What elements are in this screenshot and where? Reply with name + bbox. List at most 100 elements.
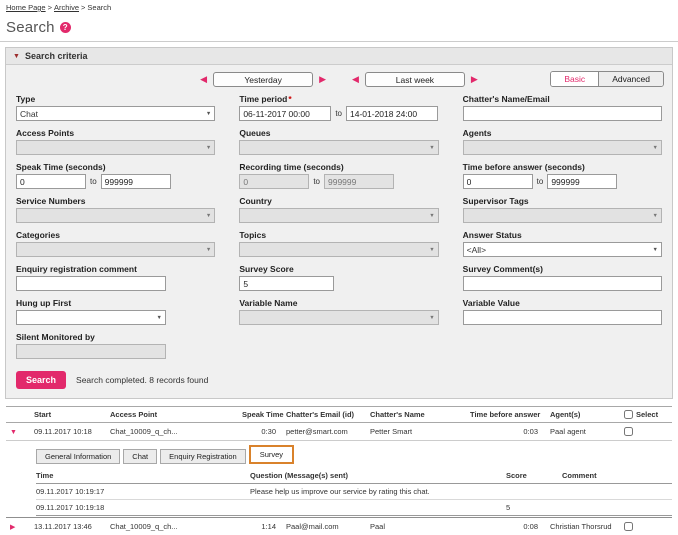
- lastweek-next-arrow-icon[interactable]: ▶: [471, 75, 478, 84]
- tab-survey[interactable]: Survey: [249, 445, 294, 464]
- field-recording-time: Recording time (seconds) to: [239, 162, 438, 189]
- col-select: Select: [618, 410, 672, 419]
- supervisor-tags-select[interactable]: ▼: [463, 208, 662, 223]
- table-row[interactable]: ▶ 13.11.2017 13:46 Chat_10009_q_ch... 1:…: [6, 518, 672, 535]
- chevron-down-icon: ▼: [429, 247, 434, 253]
- time-period-from-input[interactable]: [239, 106, 331, 121]
- cell-access-point: Chat_10009_q_ch...: [110, 427, 242, 436]
- country-label: Country: [239, 196, 438, 206]
- survey-row: 09.11.2017 10:19:17 Please help us impro…: [36, 484, 672, 500]
- survey-header-row: Time Question (Message(s) sent) Score Co…: [36, 469, 672, 484]
- queues-select[interactable]: ▼: [239, 140, 438, 155]
- field-type: Type Chat ▼: [16, 94, 215, 121]
- yesterday-button[interactable]: Yesterday: [213, 72, 313, 87]
- chevron-down-icon: ▼: [206, 247, 211, 253]
- topics-select[interactable]: ▼: [239, 242, 438, 257]
- cell-start: 09.11.2017 10:18: [34, 427, 110, 436]
- col-start: Start: [34, 410, 110, 419]
- breadcrumb: Home Page>Archive>Search: [0, 0, 678, 14]
- field-access-points: Access Points ▼: [16, 128, 215, 155]
- survey-col-score: Score: [506, 471, 562, 480]
- field-enquiry-comment: Enquiry registration comment: [16, 264, 215, 291]
- to-label: to: [90, 177, 97, 186]
- service-numbers-select[interactable]: ▼: [16, 208, 215, 223]
- cell-time-before-answer: 0:08: [470, 522, 548, 531]
- search-criteria-header[interactable]: ▼ Search criteria: [6, 48, 672, 65]
- search-status-text: Search completed. 8 records found: [76, 375, 208, 385]
- tab-general-information[interactable]: General Information: [36, 449, 120, 464]
- help-icon[interactable]: ?: [60, 22, 71, 33]
- supervisor-tags-label: Supervisor Tags: [463, 196, 662, 206]
- breadcrumb-home-link[interactable]: Home Page: [6, 3, 46, 12]
- recording-time-to-input: [324, 174, 394, 189]
- lastweek-prev-arrow-icon[interactable]: ◀: [352, 75, 359, 84]
- answer-status-select-value: <All>: [467, 245, 486, 255]
- expand-row-icon[interactable]: ▶: [10, 524, 15, 531]
- tab-chat[interactable]: Chat: [123, 449, 157, 464]
- survey-cell-comment: [562, 487, 672, 496]
- time-period-label-text: Time period: [239, 94, 287, 104]
- col-select-label: Select: [636, 410, 658, 419]
- chevron-down-icon: ▼: [429, 145, 434, 151]
- collapse-icon[interactable]: ▼: [13, 53, 20, 60]
- hung-up-first-select[interactable]: ▼: [16, 310, 166, 325]
- time-before-answer-to-input[interactable]: [547, 174, 617, 189]
- field-variable-name: Variable Name ▼: [239, 298, 438, 325]
- advanced-button[interactable]: Advanced: [599, 72, 663, 86]
- variable-value-label: Variable Value: [463, 298, 662, 308]
- field-answer-status: Answer Status <All> ▼: [463, 230, 662, 257]
- chatter-name-email-input[interactable]: [463, 106, 662, 121]
- search-row: Search Search completed. 8 records found: [6, 367, 672, 398]
- categories-select[interactable]: ▼: [16, 242, 215, 257]
- survey-score-label: Survey Score: [239, 264, 438, 274]
- variable-name-select[interactable]: ▼: [239, 310, 438, 325]
- row-detail: General Information Chat Enquiry Registr…: [6, 445, 672, 518]
- tab-enquiry-registration[interactable]: Enquiry Registration: [160, 449, 246, 464]
- select-all-checkbox[interactable]: [624, 410, 633, 419]
- type-select[interactable]: Chat ▼: [16, 106, 215, 121]
- chevron-down-icon: ▼: [206, 111, 211, 117]
- variable-value-input[interactable]: [463, 310, 662, 325]
- yesterday-next-arrow-icon[interactable]: ▶: [319, 75, 326, 84]
- time-period-to-input[interactable]: [346, 106, 438, 121]
- last-week-button[interactable]: Last week: [365, 72, 465, 87]
- time-before-answer-from-input[interactable]: [463, 174, 533, 189]
- survey-col-question: Question (Message(s) sent): [250, 471, 506, 480]
- collapse-row-icon[interactable]: ▼: [10, 429, 17, 436]
- col-chatters-name: Chatter's Name: [370, 410, 470, 419]
- enquiry-comment-input[interactable]: [16, 276, 166, 291]
- table-row[interactable]: ▼ 09.11.2017 10:18 Chat_10009_q_ch... 0:…: [6, 423, 672, 441]
- speak-time-to-input[interactable]: [101, 174, 171, 189]
- country-select[interactable]: ▼: [239, 208, 438, 223]
- type-label: Type: [16, 94, 215, 104]
- yesterday-prev-arrow-icon[interactable]: ◀: [200, 75, 207, 84]
- cell-agents: Christian Thorsrud: [548, 522, 618, 531]
- field-time-before-answer: Time before answer (seconds) to: [463, 162, 662, 189]
- row-select-checkbox[interactable]: [624, 522, 633, 531]
- agents-select[interactable]: ▼: [463, 140, 662, 155]
- type-select-value: Chat: [20, 109, 38, 119]
- field-variable-value: Variable Value: [463, 298, 662, 325]
- to-label: to: [335, 109, 342, 118]
- speak-time-from-input[interactable]: [16, 174, 86, 189]
- access-points-select[interactable]: ▼: [16, 140, 215, 155]
- col-access-point: Access Point: [110, 410, 242, 419]
- search-button[interactable]: Search: [16, 371, 66, 389]
- col-time-before-answer: Time before answer: [470, 410, 548, 419]
- survey-score-input[interactable]: [239, 276, 334, 291]
- page-title: Search: [6, 19, 55, 36]
- field-service-numbers: Service Numbers ▼: [16, 196, 215, 223]
- row-select-checkbox[interactable]: [624, 427, 633, 436]
- cell-chatters-name: Paal: [370, 522, 470, 531]
- breadcrumb-current: Search: [87, 3, 111, 12]
- survey-comment-input[interactable]: [463, 276, 662, 291]
- survey-cell-comment: [562, 503, 672, 512]
- survey-comment-label: Survey Comment(s): [463, 264, 662, 274]
- required-asterisk: *: [288, 94, 291, 104]
- basic-button[interactable]: Basic: [551, 72, 599, 86]
- breadcrumb-archive-link[interactable]: Archive: [54, 3, 79, 12]
- field-chatter-name-email: Chatter's Name/Email: [463, 94, 662, 121]
- queues-label: Queues: [239, 128, 438, 138]
- survey-table: Time Question (Message(s) sent) Score Co…: [36, 469, 672, 516]
- answer-status-select[interactable]: <All> ▼: [463, 242, 662, 257]
